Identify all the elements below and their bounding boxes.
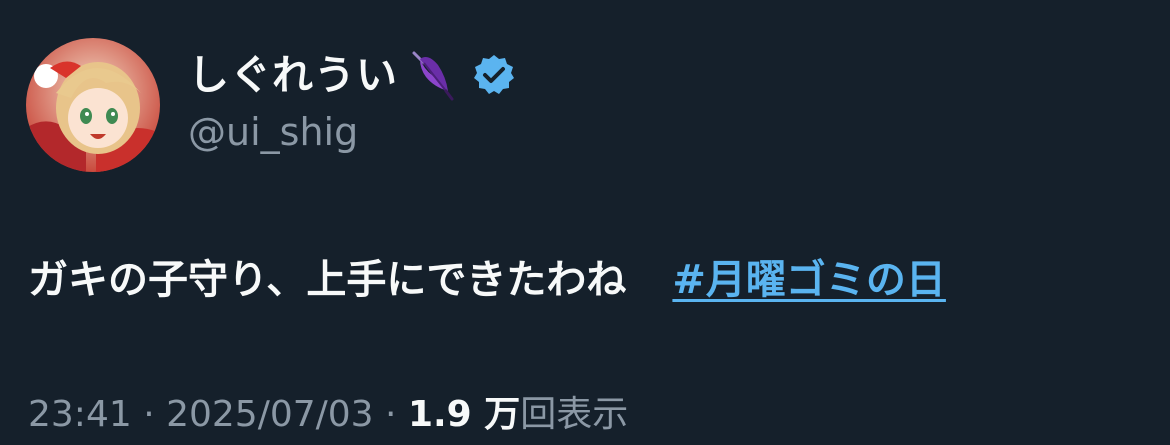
author-handle[interactable]: @ui_shig (188, 108, 358, 156)
tweet-time[interactable]: 23:41 (28, 394, 132, 435)
verified-badge-icon[interactable] (472, 53, 516, 97)
avatar-image (26, 38, 160, 172)
tweet-meta: 23:41 · 2025/07/03 · 1.9 万回表示 (28, 390, 628, 440)
avatar[interactable] (26, 38, 160, 172)
meta-separator: · (131, 394, 167, 435)
author-name-row: しぐれうい (188, 46, 516, 104)
views-label: 回表示 (520, 394, 629, 435)
tweet-text: ガキの子守り、上手にできたわね #月曜ゴミの日 (28, 250, 946, 310)
meta-separator: · (373, 394, 408, 435)
hashtag-link[interactable]: #月曜ゴミの日 (672, 257, 946, 303)
display-name[interactable]: しぐれうい (188, 54, 398, 96)
tweet-body: ガキの子守り、上手にできたわね (28, 257, 627, 303)
umbrella-icon (402, 47, 458, 103)
tweet-date[interactable]: 2025/07/03 (166, 394, 374, 435)
views-count[interactable]: 1.9 万 (408, 394, 520, 435)
